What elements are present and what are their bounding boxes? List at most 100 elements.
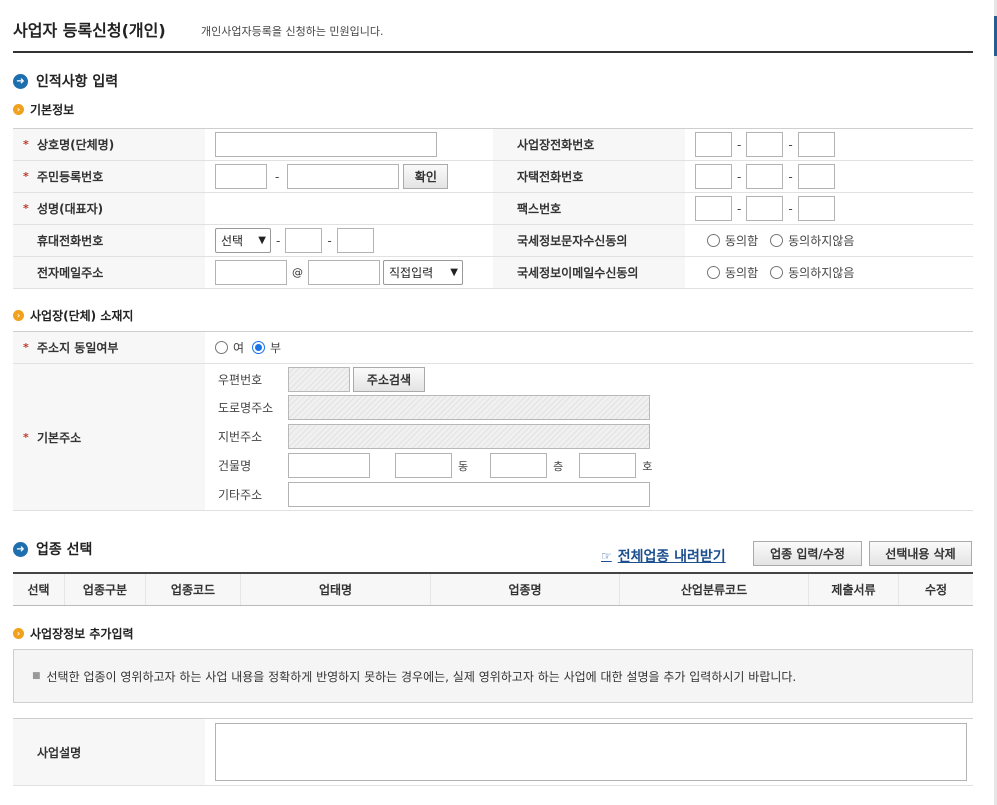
section-personal-label: 인적사항 입력 bbox=[36, 74, 119, 90]
resident-number-front-input[interactable] bbox=[215, 164, 267, 189]
address-search-button[interactable]: 주소검색 bbox=[353, 367, 425, 392]
fax-input-1[interactable] bbox=[695, 196, 732, 221]
dash-separator: - bbox=[737, 201, 742, 216]
same-address-yes-radio[interactable]: 여 bbox=[215, 339, 244, 356]
required-mark: * bbox=[23, 202, 29, 215]
orange-bullet-icon: › bbox=[13, 628, 24, 639]
radio-circle bbox=[707, 266, 720, 279]
mobile-phone-label: 휴대전화번호 bbox=[13, 225, 205, 256]
location-label: 사업장(단체) 소재지 bbox=[30, 309, 134, 323]
dong-input[interactable] bbox=[395, 453, 452, 478]
resident-number-cell: - 확인 bbox=[215, 161, 449, 192]
page-header: 사업자 등록신청(개인) 개인사업자등록을 신청하는 민원입니다. bbox=[13, 0, 973, 53]
building-name-input[interactable] bbox=[288, 453, 370, 478]
floor-input[interactable] bbox=[490, 453, 548, 478]
notice-text: 선택한 업종이 영위하고자 하는 사업 내용을 정확하게 반영하지 못하는 경우… bbox=[46, 669, 797, 684]
road-address-input[interactable] bbox=[288, 395, 650, 420]
fax-input-2[interactable] bbox=[746, 196, 784, 221]
lot-address-input[interactable] bbox=[288, 424, 650, 449]
required-mark: * bbox=[23, 138, 29, 151]
fax-cell: - - bbox=[695, 193, 835, 224]
required-mark: * bbox=[23, 170, 29, 183]
section-personal-title: ➜ 인적사항 입력 bbox=[13, 71, 118, 91]
mobile-prefix-select[interactable]: 선택 ▼ bbox=[215, 228, 271, 253]
sms-agree-radio[interactable]: 동의함 bbox=[707, 232, 758, 249]
business-description-textarea[interactable] bbox=[215, 723, 967, 781]
col-business-type: 업태명 bbox=[241, 574, 431, 605]
business-phone-cell: - - bbox=[695, 129, 835, 160]
radio-circle bbox=[770, 234, 784, 247]
email-domain-select[interactable]: 직접입력 ▼ bbox=[383, 260, 463, 285]
square-bullet-icon: ■ bbox=[32, 671, 41, 681]
road-address-row: 도로명주소 bbox=[218, 395, 650, 420]
basic-address-label: * 기본주소 bbox=[13, 364, 205, 510]
page-title: 사업자 등록신청(개인) bbox=[13, 21, 166, 40]
other-address-label: 기타주소 bbox=[218, 488, 263, 502]
radio-label: 동의함 bbox=[725, 234, 759, 248]
confirm-button[interactable]: 확인 bbox=[403, 164, 449, 189]
label-text: 주소지 동일여부 bbox=[37, 341, 119, 355]
dash-separator: - bbox=[788, 169, 793, 184]
section-industry-label: 업종 선택 bbox=[36, 542, 93, 558]
same-address-label: * 주소지 동일여부 bbox=[13, 332, 205, 363]
business-phone-input-3[interactable] bbox=[797, 132, 835, 157]
home-phone-input-3[interactable] bbox=[797, 164, 835, 189]
label-text: 상호명(단체명) bbox=[37, 138, 115, 152]
postal-input[interactable] bbox=[288, 367, 350, 392]
home-phone-input-1[interactable] bbox=[695, 164, 732, 189]
radio-label: 동의하지않음 bbox=[788, 234, 855, 248]
label-text: 성명(대표자) bbox=[37, 202, 104, 216]
delete-selection-button[interactable]: 선택내용 삭제 bbox=[869, 541, 972, 566]
basic-info-label: 기본정보 bbox=[30, 103, 75, 117]
table-row: * 상호명(단체명) 사업장전화번호 - - bbox=[13, 129, 973, 161]
ho-input[interactable] bbox=[579, 453, 637, 478]
email-id-input[interactable] bbox=[215, 260, 287, 285]
company-name-label: * 상호명(단체명) bbox=[13, 129, 205, 160]
business-phone-input-1[interactable] bbox=[695, 132, 732, 157]
label-text: 주민등록번호 bbox=[37, 170, 104, 184]
download-all-industries-link[interactable]: ☞ 전체업종 내려받기 bbox=[601, 546, 726, 566]
floor-label: 층 bbox=[553, 459, 564, 473]
mobile-input-3[interactable] bbox=[336, 228, 374, 253]
home-phone-label: 자택전화번호 bbox=[493, 161, 685, 192]
table-row: * 주민등록번호 - 확인 자택전화번호 - - bbox=[13, 161, 973, 193]
postal-label: 우편번호 bbox=[218, 373, 263, 387]
building-label: 건물명 bbox=[218, 459, 252, 473]
business-phone-input-2[interactable] bbox=[746, 132, 784, 157]
other-address-row: 기타주소 bbox=[218, 482, 650, 507]
select-value: 직접입력 bbox=[389, 266, 434, 280]
same-address-no-radio[interactable]: 부 bbox=[252, 339, 281, 356]
dash-separator: - bbox=[327, 233, 332, 248]
other-address-input[interactable] bbox=[288, 482, 650, 507]
sms-disagree-radio[interactable]: 동의하지않음 bbox=[770, 232, 854, 249]
table-row: * 주소지 동일여부 여 부 bbox=[13, 332, 973, 364]
industry-input-button[interactable]: 업종 입력/수정 bbox=[753, 541, 862, 566]
company-name-cell bbox=[215, 129, 437, 160]
building-row: 건물명 동 층 호 bbox=[218, 453, 664, 478]
fax-input-3[interactable] bbox=[797, 196, 835, 221]
pointing-hand-icon: ☞ bbox=[601, 549, 612, 563]
email-domain-input[interactable] bbox=[308, 260, 380, 285]
email-agree-radio[interactable]: 동의함 bbox=[707, 264, 758, 281]
email-cell: @ 직접입력 ▼ bbox=[215, 257, 463, 288]
radio-label: 여 bbox=[233, 341, 245, 355]
dash-separator: - bbox=[275, 169, 280, 184]
table-row: 전자메일주소 @ 직접입력 ▼ 국세정보이메일수신동의 동의함 동의하지않음 bbox=[13, 257, 973, 289]
mobile-input-2[interactable] bbox=[285, 228, 323, 253]
same-address-cell: 여 부 bbox=[215, 332, 293, 363]
page-subtitle: 개인사업자등록을 신청하는 민원입니다. bbox=[201, 25, 384, 38]
email-disagree-radio[interactable]: 동의하지않음 bbox=[770, 264, 854, 281]
radio-label: 부 bbox=[270, 341, 282, 355]
resident-number-label: * 주민등록번호 bbox=[13, 161, 205, 192]
download-link-text: 전체업종 내려받기 bbox=[617, 549, 726, 565]
sms-consent-label: 국세정보문자수신동의 bbox=[493, 225, 685, 256]
col-industry-name: 업종명 bbox=[431, 574, 620, 605]
required-mark: * bbox=[23, 430, 29, 444]
extra-info-label: 사업장정보 추가입력 bbox=[30, 627, 134, 641]
resident-number-back-input[interactable] bbox=[287, 164, 400, 189]
required-mark: * bbox=[23, 341, 29, 354]
email-consent-cell: 동의함 동의하지않음 bbox=[707, 257, 866, 288]
home-phone-input-2[interactable] bbox=[746, 164, 784, 189]
company-name-input[interactable] bbox=[215, 132, 437, 157]
ho-label: 호 bbox=[642, 459, 653, 473]
